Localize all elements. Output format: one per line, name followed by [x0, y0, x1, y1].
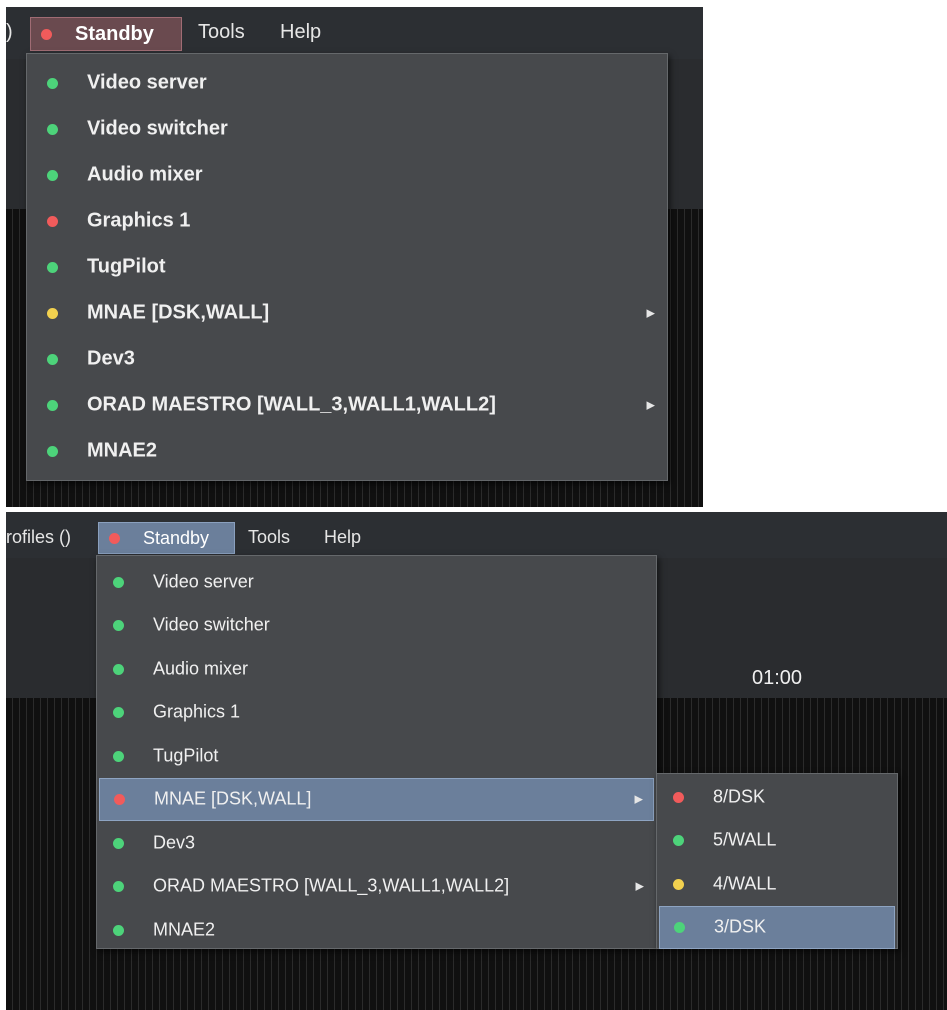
- menu-item-audio-mixer[interactable]: Audio mixer: [97, 647, 656, 691]
- standby-menu-button[interactable]: Standby: [98, 522, 235, 554]
- menu-item-label: Dev3: [153, 832, 196, 853]
- standby-dropdown-menu: Video server Video switcher Audio mixer Gra…: [96, 555, 657, 949]
- menu-item-label: Video switcher: [87, 117, 228, 140]
- status-dot-icon: [113, 924, 124, 936]
- standby-menu-button[interactable]: Standby: [30, 17, 182, 51]
- status-dot-icon: [47, 308, 58, 319]
- menu-item-5-wall[interactable]: 5/WALL: [657, 819, 897, 863]
- menu-item-mnae2[interactable]: MNAE2: [27, 428, 667, 474]
- profiles-menu[interactable]: rofiles (): [6, 527, 71, 548]
- menu-item-audio-mixer[interactable]: Audio mixer: [27, 152, 667, 198]
- menu-item-label: Audio mixer: [153, 658, 249, 679]
- status-dot-icon: [114, 794, 125, 806]
- menu-item-video-switcher[interactable]: Video switcher: [97, 604, 656, 648]
- menu-item-label: MNAE2: [87, 439, 158, 462]
- menu-item-8-dsk[interactable]: 8/DSK: [657, 775, 897, 819]
- status-dot-icon: [113, 837, 124, 849]
- status-dot-icon: [113, 576, 124, 588]
- status-dot-icon: [113, 620, 124, 632]
- menu-item-label: Video switcher: [153, 614, 270, 635]
- menu-item-label: Graphics 1: [153, 701, 241, 722]
- menu-item-tugpilot[interactable]: TugPilot: [27, 244, 667, 290]
- menu-item-mnae-dsk-wall[interactable]: MNAE [DSK,WALL] ▶: [27, 290, 667, 336]
- menu-item-mnae2[interactable]: MNAE2: [97, 908, 656, 952]
- help-menu[interactable]: Help: [324, 527, 361, 548]
- submenu-arrow-icon: ▶: [634, 793, 643, 806]
- menu-item-label: Graphics 1: [87, 209, 191, 232]
- menu-item-label: 5/WALL: [713, 829, 777, 850]
- menu-item-label: Dev3: [87, 347, 135, 370]
- menu-item-label: Video server: [153, 571, 254, 592]
- status-dot-icon: [47, 124, 58, 135]
- menu-item-video-server[interactable]: Video server: [27, 60, 667, 106]
- menu-partial-text: ): [6, 21, 13, 43]
- menu-item-tugpilot[interactable]: TugPilot: [97, 734, 656, 778]
- menu-item-label: 4/WALL: [713, 873, 777, 894]
- status-dot-icon: [673, 791, 684, 803]
- status-dot-icon: [47, 78, 58, 89]
- menu-item-label: ORAD MAESTRO [WALL_3,WALL1,WALL2]: [153, 875, 510, 896]
- menu-item-label: Audio mixer: [87, 163, 203, 186]
- submenu-arrow-icon: ▶: [646, 399, 655, 412]
- submenu-arrow-icon: ▶: [635, 880, 644, 893]
- status-dot-icon: [47, 262, 58, 273]
- status-dot-icon: [113, 881, 124, 893]
- standby-label: Standby: [75, 23, 154, 45]
- time-label: 01:00: [752, 667, 803, 689]
- status-dot-icon: [109, 533, 120, 544]
- status-dot-icon: [673, 878, 684, 890]
- menu-item-orad-maestro-wall-3-wall1-wall2[interactable]: ORAD MAESTRO [WALL_3,WALL1,WALL2] ▶: [97, 865, 656, 909]
- status-dot-icon: [113, 707, 124, 719]
- status-dot-icon: [41, 29, 52, 40]
- status-dot-icon: [673, 835, 684, 847]
- status-dot-icon: [47, 170, 58, 181]
- standby-label: Standby: [143, 528, 210, 548]
- menu-bar: rofiles () Standby Tools Help: [6, 512, 947, 558]
- menu-item-label: MNAE2: [153, 919, 216, 940]
- menu-item-video-switcher[interactable]: Video switcher: [27, 106, 667, 152]
- status-dot-icon: [47, 400, 58, 411]
- menu-item-4-wall[interactable]: 4/WALL: [657, 862, 897, 906]
- menu-item-label: TugPilot: [153, 745, 219, 766]
- menu-item-label: TugPilot: [87, 255, 166, 278]
- menu-item-label: Video server: [87, 71, 207, 94]
- submenu-arrow-icon: ▶: [646, 307, 655, 320]
- top-screenshot-panel: ) Standby Tools Help Video server Video s…: [6, 7, 703, 507]
- status-dot-icon: [113, 663, 124, 675]
- menu-item-graphics-1[interactable]: Graphics 1: [27, 198, 667, 244]
- menu-item-orad-maestro-wall-3-wall1-wall2[interactable]: ORAD MAESTRO [WALL_3,WALL1,WALL2] ▶: [27, 382, 667, 428]
- menu-item-label: MNAE [DSK,WALL]: [87, 301, 270, 324]
- bottom-screenshot-panel: 01:00 rofiles () Standby Tools Help Vide…: [6, 512, 947, 1010]
- menu-item-label: 8/DSK: [713, 786, 766, 807]
- menu-item-graphics-1[interactable]: Graphics 1: [97, 691, 656, 735]
- menu-item-label: 3/DSK: [714, 916, 767, 937]
- tools-menu[interactable]: Tools: [198, 21, 245, 44]
- standby-dropdown-menu: Video server Video switcher Audio mixer Gra…: [26, 53, 668, 481]
- menu-item-video-server[interactable]: Video server: [97, 560, 656, 604]
- help-menu[interactable]: Help: [280, 21, 321, 44]
- status-dot-icon: [113, 750, 124, 762]
- status-dot-icon: [47, 216, 58, 227]
- menu-item-3-dsk[interactable]: 3/DSK: [659, 905, 895, 949]
- menu-item-label: MNAE [DSK,WALL]: [154, 788, 312, 809]
- menu-item-label: ORAD MAESTRO [WALL_3,WALL1,WALL2]: [87, 393, 496, 416]
- menu-bar: ) Standby Tools Help: [6, 7, 703, 59]
- menu-item-dev3[interactable]: Dev3: [97, 821, 656, 865]
- menu-item-dev3[interactable]: Dev3: [27, 336, 667, 382]
- status-dot-icon: [47, 354, 58, 365]
- mnae-submenu: 8/DSK 5/WALL 4/WALL 3/DSK: [656, 773, 898, 949]
- status-dot-icon: [674, 922, 685, 934]
- status-dot-icon: [47, 446, 58, 457]
- menu-item-mnae-dsk-wall[interactable]: MNAE [DSK,WALL] ▶: [99, 777, 654, 821]
- tools-menu[interactable]: Tools: [248, 527, 290, 548]
